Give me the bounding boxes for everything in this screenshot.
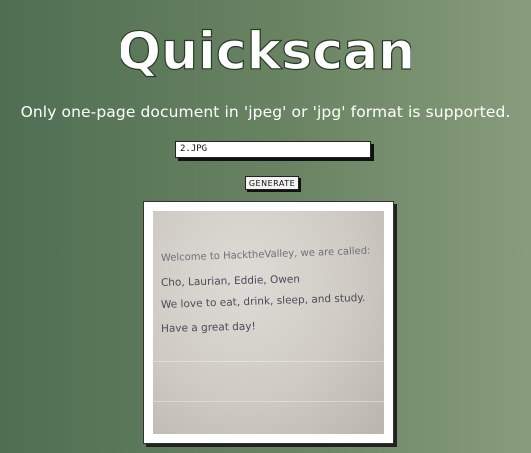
quickscan-logo: Quickscan [121,21,411,82]
handwritten-line: Cho, Laurian, Eddie, Owen [160,273,301,289]
generate-button[interactable]: GENERATE [245,176,299,190]
logo-text: Quickscan [121,22,411,82]
handwritten-line: Have a great day! [160,320,256,335]
paper-crease [153,401,384,402]
handwritten-line: Welcome to HacktheValley, we are called: [160,245,371,264]
file-input[interactable]: 2.JPG [175,141,371,158]
handwritten-line: We love to eat, drink, sleep, and study. [160,291,366,311]
document-preview: Welcome to HacktheValley, we are called:… [143,201,394,444]
paper-crease [153,361,384,362]
scanned-page: Welcome to HacktheValley, we are called:… [153,211,384,434]
logo: Quickscan [0,14,531,84]
format-notice: Only one-page document in 'jpeg' or 'jpg… [20,103,511,121]
